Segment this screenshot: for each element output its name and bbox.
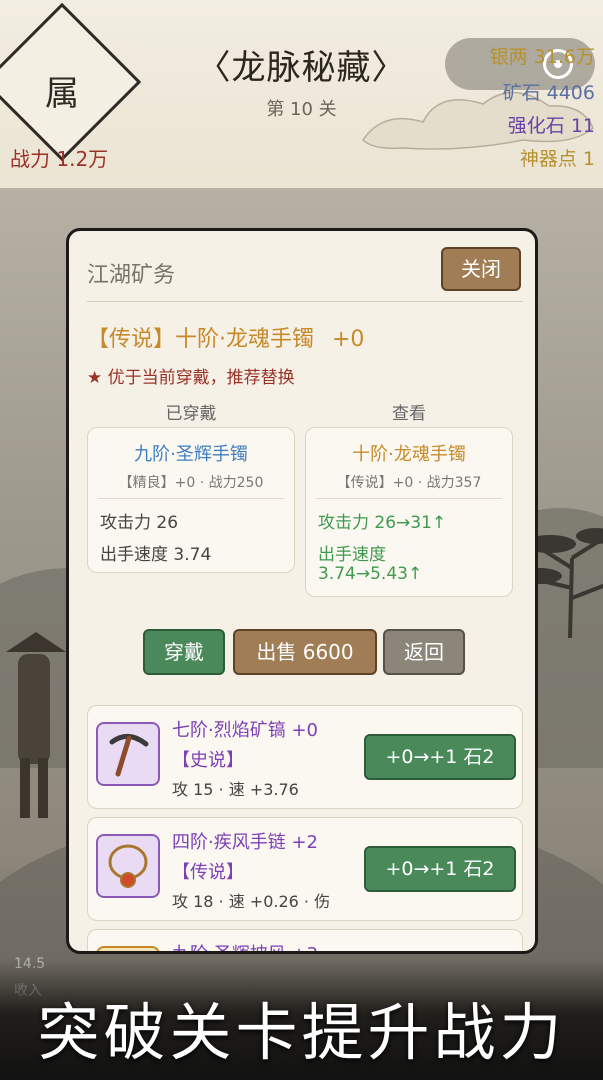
viewing-attack: 攻击力 26→31↑ <box>318 513 447 533</box>
divider <box>87 301 523 302</box>
close-button[interactable]: 关闭 <box>441 247 521 291</box>
ore-count: 矿石 4406 <box>502 82 595 104</box>
pickaxe-icon <box>96 722 160 786</box>
item-stats: 攻 18 · 速 +0.26 · 伤 <box>172 892 331 911</box>
item-name: 七阶·烈焰矿镐 +0 <box>172 720 318 741</box>
equip-button[interactable]: 穿戴 <box>143 629 225 675</box>
equipment-modal: 江湖矿务 关闭 【传说】十阶·龙魂手镯 +0 ★ 优于当前穿戴，推荐替换 已穿戴 … <box>66 228 538 954</box>
back-button[interactable]: 返回 <box>383 629 465 675</box>
card-divider <box>98 498 284 499</box>
equipped-attack: 攻击力 26 <box>100 513 179 533</box>
upgrade-button[interactable]: +0→+1 石2 <box>364 846 516 892</box>
modal-title: 江湖矿务 <box>87 263 176 288</box>
artifact-points: 神器点 1 <box>519 148 595 170</box>
equipment-title: 【传说】十阶·龙魂手镯 +0 <box>87 321 364 353</box>
viewing-meta: 【传说】+0 · 战力357 <box>336 475 482 491</box>
equipment-level: +0 <box>332 327 365 352</box>
viewing-speed-label: 出手速度 <box>318 545 386 565</box>
equipped-speed: 出手速度 3.74 <box>100 545 212 565</box>
silver-count: 银两 31.6万 <box>489 46 595 68</box>
viewing-card: 十阶·龙魂手镯 【传说】+0 · 战力357 攻击力 26→31↑ 出手速度 3… <box>305 427 513 597</box>
equipped-card: 九阶·圣辉手镯 【精良】+0 · 战力250 攻击力 26 出手速度 3.74 <box>87 427 295 573</box>
card-divider <box>316 498 502 499</box>
item-name: 九阶·圣辉披风 +3 <box>172 940 318 951</box>
list-item[interactable]: 七阶·烈焰矿镐 +0 【史说】 攻 15 · 速 +3.76 +0→+1 石2 <box>87 705 523 809</box>
item-name: 四阶·疾风手链 +2 <box>172 832 318 853</box>
item-rarity: 【传说】 <box>172 862 244 883</box>
promo-banner-text: 突破关卡提升战力 <box>37 996 566 1069</box>
recommend-note: ★ 优于当前穿戴，推荐替换 <box>87 368 295 388</box>
viewing-speed-value: 3.74→5.43↑ <box>318 564 423 584</box>
necklace-icon <box>96 834 160 898</box>
equipped-meta: 【精良】+0 · 战力250 <box>118 475 264 491</box>
strengthen-stone-count: 强化石 11 <box>507 115 595 137</box>
list-item[interactable]: 四阶·疾风手链 +2 【传说】 攻 18 · 速 +0.26 · 伤 +0→+1… <box>87 817 523 921</box>
wanderer-figure-icon <box>6 632 66 818</box>
power-value: 战力 1.2万 <box>10 147 109 171</box>
equipped-header: 已穿戴 <box>165 404 217 424</box>
item-rarity: 【史说】 <box>172 750 244 771</box>
sell-button[interactable]: 出售 6600 <box>233 629 377 675</box>
cape-icon <box>96 946 160 951</box>
list-item[interactable]: 九阶·圣辉披风 +3 <box>87 929 523 951</box>
equipped-name: 九阶·圣辉手镯 <box>134 444 248 465</box>
equipment-name: 【传说】十阶·龙魂手镯 <box>87 327 314 352</box>
viewing-header: 查看 <box>392 404 426 424</box>
upgrade-button[interactable]: +0→+1 石2 <box>364 734 516 780</box>
item-stats: 攻 15 · 速 +3.76 <box>172 780 299 799</box>
viewing-name: 十阶·龙魂手镯 <box>352 444 466 465</box>
